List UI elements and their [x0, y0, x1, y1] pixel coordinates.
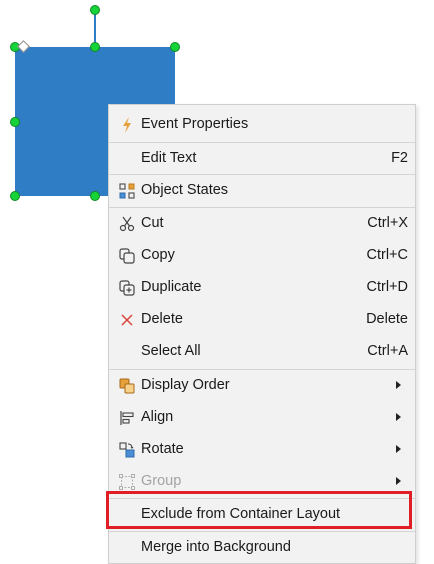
menu-item-align[interactable]: Align [109, 402, 415, 432]
menu-item-label: Exclude from Container Layout [141, 506, 341, 522]
canvas[interactable]: Event Properties Edit Text F2 Object Sta… [0, 0, 434, 564]
menu-item-event-properties[interactable]: Event Properties [109, 109, 415, 139]
menu-item-label: Merge into Background [141, 539, 291, 555]
menu-item-label: Delete [141, 311, 183, 327]
resize-handle-left[interactable] [10, 117, 20, 127]
lightning-icon [118, 116, 135, 133]
menu-item-label: Duplicate [141, 279, 202, 295]
menu-item-group: Group [109, 466, 415, 496]
menu-item-label: Rotate [141, 441, 184, 457]
menu-item-object-states[interactable]: Object States [109, 175, 415, 205]
menu-item-label: Object States [141, 182, 229, 198]
resize-handle-top[interactable] [90, 42, 100, 52]
scissors-icon [118, 215, 135, 232]
menu-item-shortcut: Ctrl+X [367, 215, 408, 231]
object-states-icon [118, 182, 135, 199]
menu-item-cut[interactable]: Cut Ctrl+X [109, 208, 415, 238]
menu-item-label: Edit Text [141, 150, 197, 166]
rotation-handle[interactable] [90, 5, 100, 15]
menu-item-shortcut: Delete [366, 311, 408, 327]
menu-item-label: Display Order [141, 377, 230, 393]
context-menu: Event Properties Edit Text F2 Object Sta… [108, 104, 416, 564]
submenu-arrow-icon [396, 477, 401, 485]
menu-item-label: Event Properties [141, 116, 249, 132]
menu-item-label: Select All [141, 343, 201, 359]
menu-item-delete[interactable]: Delete Delete [109, 304, 415, 334]
menu-item-rotate[interactable]: Rotate [109, 434, 415, 464]
menu-item-shortcut: Ctrl+C [366, 247, 409, 263]
menu-item-edit-text[interactable]: Edit Text F2 [109, 143, 415, 173]
display-order-icon [118, 377, 135, 394]
duplicate-icon [118, 279, 135, 296]
menu-item-label: Group [141, 473, 182, 489]
align-icon [118, 409, 135, 426]
x-icon [118, 311, 135, 328]
group-icon [118, 473, 135, 490]
menu-item-label: Copy [141, 247, 175, 263]
rotate-icon [118, 441, 135, 458]
resize-handle-bottom[interactable] [90, 191, 100, 201]
menu-item-shortcut: Ctrl+D [366, 279, 409, 295]
menu-item-label: Cut [141, 215, 164, 231]
submenu-arrow-icon [396, 445, 401, 453]
copy-icon [118, 247, 135, 264]
menu-item-label: Align [141, 409, 174, 425]
menu-item-copy[interactable]: Copy Ctrl+C [109, 240, 415, 270]
menu-item-display-order[interactable]: Display Order [109, 370, 415, 400]
submenu-arrow-icon [396, 381, 401, 389]
menu-item-duplicate[interactable]: Duplicate Ctrl+D [109, 272, 415, 302]
menu-item-shortcut: Ctrl+A [367, 343, 408, 359]
resize-handle-bottom-left[interactable] [10, 191, 20, 201]
submenu-arrow-icon [396, 413, 401, 421]
menu-item-merge-into-background[interactable]: Merge into Background [109, 532, 415, 562]
menu-item-exclude-from-container-layout[interactable]: Exclude from Container Layout [109, 499, 415, 529]
resize-handle-top-right[interactable] [170, 42, 180, 52]
menu-item-select-all[interactable]: Select All Ctrl+A [109, 336, 415, 366]
menu-item-shortcut: F2 [391, 150, 408, 166]
